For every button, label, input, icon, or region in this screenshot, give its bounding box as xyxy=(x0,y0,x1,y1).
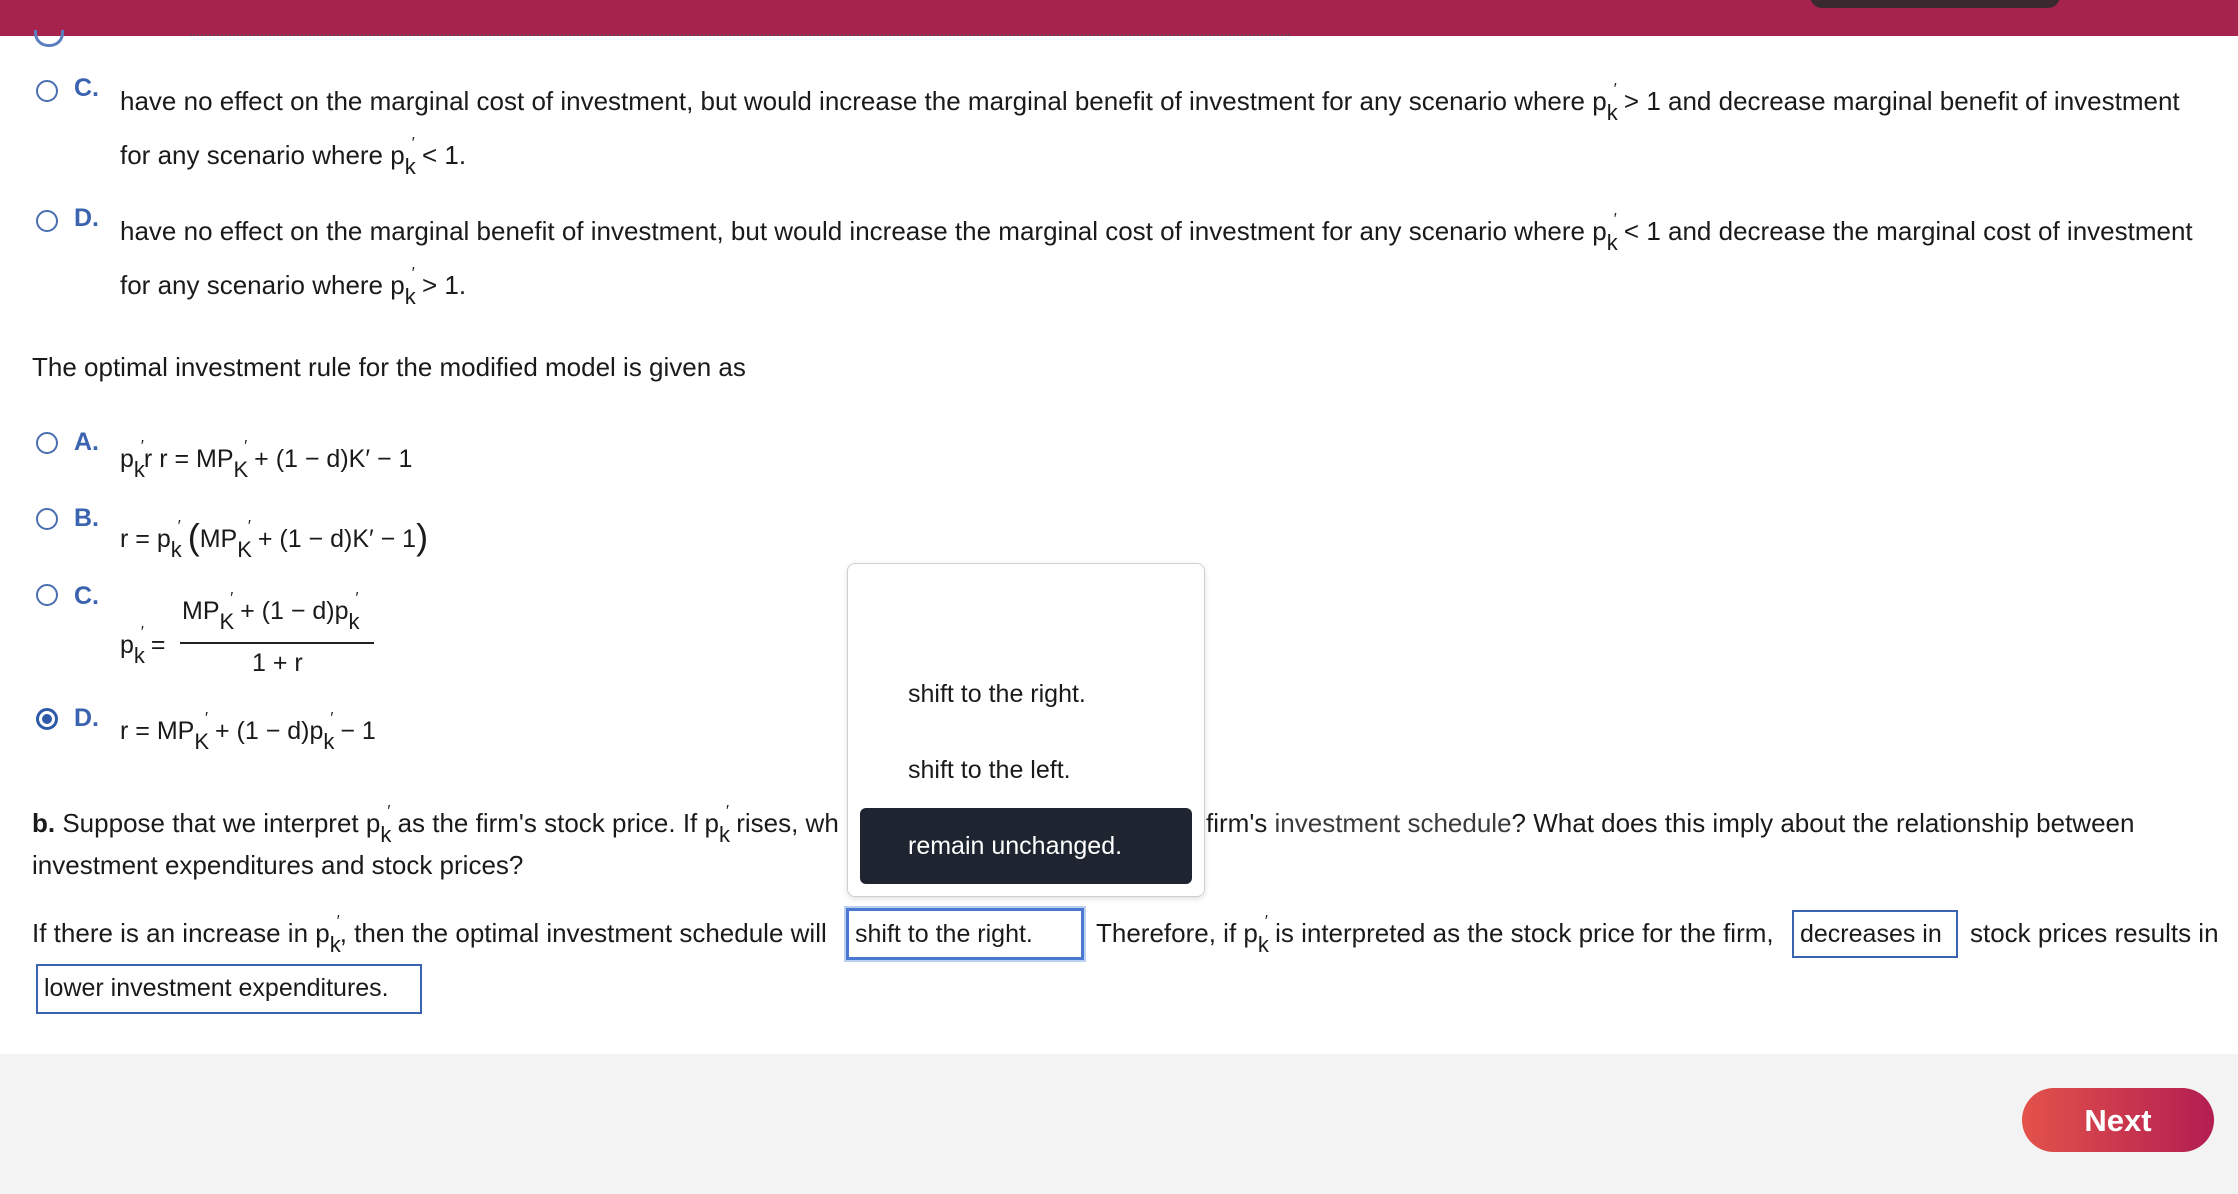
answer-sentence-3: stock prices results in xyxy=(1970,918,2219,948)
option-c-line2: for any scenario where pk′ < 1. xyxy=(120,135,467,179)
part-b-question-left: b. Suppose that we interpret pk′ as the … xyxy=(32,803,839,847)
dropdown-option-shift-right[interactable]: shift to the right. xyxy=(860,656,1192,732)
rule-c-lhs: pk′ = xyxy=(120,624,166,668)
dropdown-menu: shift to the right. shift to the left. r… xyxy=(847,563,1205,897)
option-letter: D. xyxy=(74,704,99,732)
option-letter: C. xyxy=(74,74,99,102)
radio-rule-a[interactable] xyxy=(36,432,58,454)
radio-option-c-prev[interactable] xyxy=(36,80,58,102)
rule-c-numerator: MPK′ + (1 − d)pk′ xyxy=(182,590,360,634)
option-letter: D. xyxy=(74,204,99,232)
radio-rule-b[interactable] xyxy=(36,508,58,530)
next-button[interactable]: Next xyxy=(2022,1088,2214,1152)
rule-b-equation: r = pk′ (MPK′ + (1 − d)K′ − 1) xyxy=(120,516,429,562)
part-b-question-right: firm's investment schedule? What does th… xyxy=(1206,808,2135,838)
clipped-text-line xyxy=(190,34,1290,40)
option-c-line1: have no effect on the marginal cost of i… xyxy=(120,81,2180,125)
option-letter: B. xyxy=(74,504,99,532)
answer-sentence-2: Therefore, if pk′ is interpreted as the … xyxy=(1096,913,1774,957)
top-bar xyxy=(0,0,2238,36)
dropdown-option-shift-left[interactable]: shift to the left. xyxy=(860,732,1192,808)
answer-sentence-1: If there is an increase in pk′, then the… xyxy=(32,913,827,957)
rule-a-equation: pk′r r = MPK′ + (1 − d)K′ − 1 xyxy=(120,438,413,482)
radio-partial[interactable] xyxy=(34,30,64,47)
part-b-question-line2: investment expenditures and stock prices… xyxy=(32,850,524,880)
investment-schedule-link[interactable]: investment schedule xyxy=(1275,808,1512,838)
fraction-bar xyxy=(180,642,374,644)
option-letter: C. xyxy=(74,582,99,610)
option-d-line2: for any scenario where pk′ > 1. xyxy=(120,265,467,309)
footer-bar xyxy=(0,1054,2238,1194)
dropdown-blank-direction[interactable]: decreases in xyxy=(1792,910,1958,958)
radio-option-d-prev[interactable] xyxy=(36,210,58,232)
option-d-line1: have no effect on the marginal benefit o… xyxy=(120,211,2193,255)
rule-d-equation: r = MPK′ + (1 − d)pk′ − 1 xyxy=(120,710,376,754)
option-letter: A. xyxy=(74,428,99,456)
dropdown-option-unchanged[interactable]: remain unchanged. xyxy=(860,808,1192,884)
radio-rule-c[interactable] xyxy=(36,584,58,606)
radio-rule-d[interactable] xyxy=(36,708,58,730)
dropdown-blank-investment-shift[interactable]: shift to the right. xyxy=(846,908,1084,960)
dropdown-blank-expenditures[interactable]: lower investment expenditures. xyxy=(36,964,422,1014)
rule-c-denominator: 1 + r xyxy=(252,649,303,677)
top-bar-pill xyxy=(1810,0,2060,8)
rule-prompt: The optimal investment rule for the modi… xyxy=(32,352,746,382)
